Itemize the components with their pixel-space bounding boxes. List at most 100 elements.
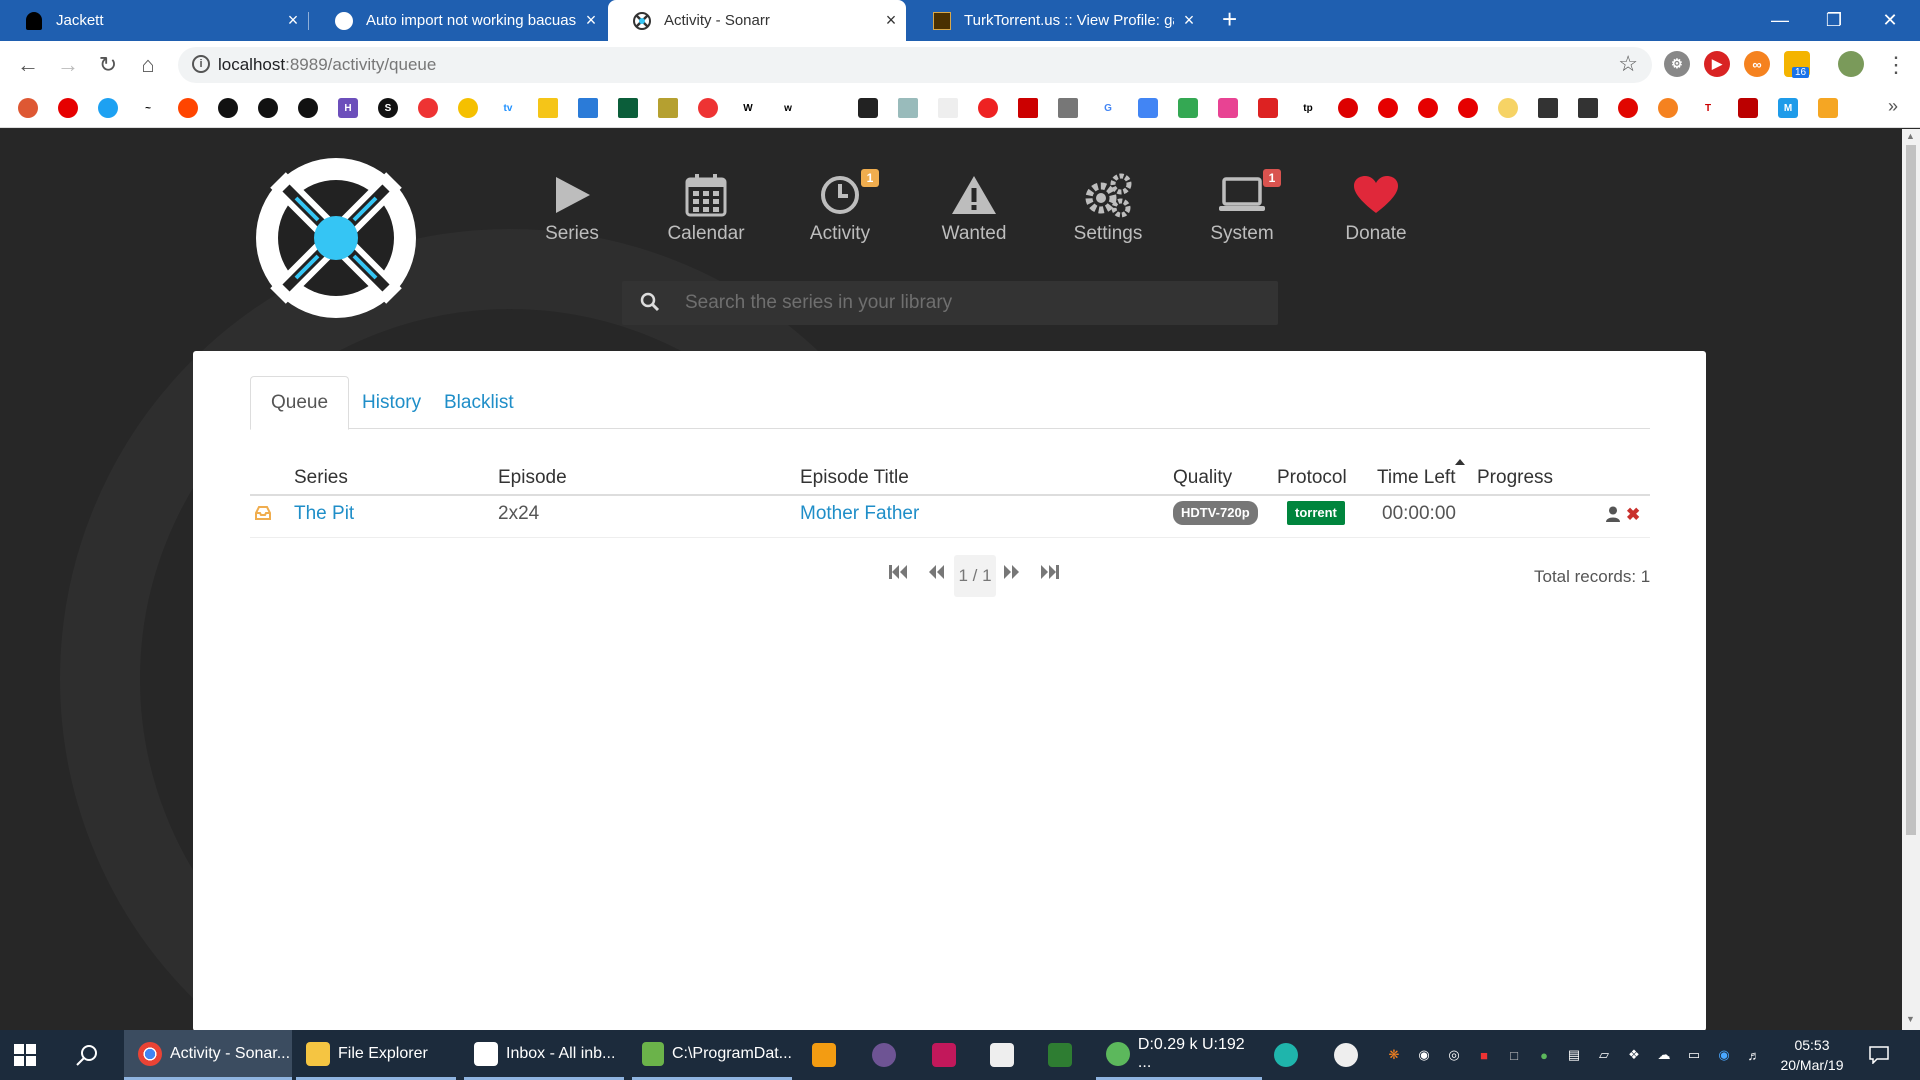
reload-icon[interactable]: ↻ — [94, 51, 122, 79]
page-indicator[interactable]: 1 / 1 — [954, 555, 996, 597]
browser-tab-turktorrent[interactable]: TurkTorrent.us :: View Profile: gar × — [908, 0, 1204, 41]
remove-x-icon[interactable]: ✖ — [1626, 505, 1640, 525]
site-info-icon[interactable]: i — [192, 55, 210, 73]
nav-calendar[interactable]: Calendar — [639, 169, 773, 245]
imdb-bookmark-icon[interactable] — [538, 98, 558, 118]
taskbar-github-icon[interactable] — [872, 1030, 904, 1080]
sonarr-logo[interactable] — [256, 158, 416, 318]
h-bookmark-icon[interactable]: H — [338, 98, 358, 118]
action-center-icon[interactable] — [1868, 1044, 1890, 1066]
green-bookmark-icon[interactable] — [618, 98, 638, 118]
scroll-down-arrow-icon[interactable]: ▼ — [1906, 1014, 1915, 1024]
tab-close-icon[interactable]: × — [576, 10, 606, 31]
taskbar-app-utorrent[interactable]: D:0.29 k U:192 ... — [1096, 1030, 1262, 1080]
vodafone-bookmark-icon[interactable] — [1418, 98, 1438, 118]
doc-bookmark-icon[interactable] — [898, 98, 918, 118]
tray-orange-icon[interactable]: ❋ — [1384, 1045, 1404, 1065]
taskbar-calendar-icon[interactable] — [990, 1030, 1022, 1080]
tab-queue[interactable]: Queue — [250, 376, 350, 430]
tab-close-icon[interactable]: × — [876, 10, 906, 31]
search-input[interactable] — [685, 281, 1265, 325]
car-bookmark-icon[interactable] — [858, 98, 878, 118]
nav-activity[interactable]: Activity 1 — [773, 169, 907, 245]
taskbar-clock[interactable]: 05:53 20/Mar/19 — [1772, 1035, 1852, 1075]
vodafone-bookmark-icon[interactable] — [1378, 98, 1398, 118]
tray-lifebuoy-icon[interactable]: ◉ — [1414, 1045, 1434, 1065]
column-header-progress[interactable]: Progress — [1477, 467, 1553, 489]
red-circle-bookmark-icon[interactable] — [978, 98, 998, 118]
menu-kebab-icon[interactable]: ⋮ — [1882, 51, 1910, 79]
reddit-bookmark-icon[interactable] — [178, 98, 198, 118]
f1-bookmark-icon[interactable] — [1618, 98, 1638, 118]
wikipedia-bookmark-icon[interactable]: W — [738, 98, 758, 118]
wu-bookmark-icon[interactable] — [1578, 98, 1598, 118]
youtube-extension-icon[interactable]: ▶ — [1704, 51, 1730, 77]
browser-tab-github[interactable]: Auto import not working bacuase × — [310, 0, 606, 41]
vodafone-bookmark-icon[interactable] — [58, 98, 78, 118]
nav-wanted[interactable]: Wanted — [907, 169, 1041, 245]
cs-bookmark-icon[interactable] — [658, 98, 678, 118]
weather-bookmark-icon[interactable] — [1498, 98, 1518, 118]
column-header-episode[interactable]: Episode — [498, 467, 567, 489]
tray-dropbox-icon[interactable]: ❖ — [1624, 1045, 1644, 1065]
triangle-bookmark-icon[interactable] — [1658, 98, 1678, 118]
next-page-icon[interactable] — [1003, 564, 1021, 586]
column-header-series[interactable]: Series — [294, 467, 348, 489]
google-bookmark-icon[interactable]: G — [1098, 98, 1118, 118]
scroll-up-arrow-icon[interactable]: ▲ — [1906, 131, 1915, 141]
tab-close-icon[interactable]: × — [1174, 10, 1204, 31]
tray-utorrent-icon[interactable]: ● — [1534, 1045, 1554, 1065]
nav-donate[interactable]: Donate — [1309, 169, 1443, 245]
maps-bookmark-icon[interactable] — [1178, 98, 1198, 118]
taskbar-steam-icon[interactable] — [1334, 1030, 1366, 1080]
more-bookmarks-icon[interactable]: » — [1888, 96, 1898, 117]
tab-blacklist[interactable]: Blacklist — [424, 376, 534, 429]
page-bookmark-icon[interactable] — [938, 98, 958, 118]
nav-settings[interactable]: Settings — [1041, 169, 1175, 245]
gray-bookmark-icon[interactable] — [1058, 98, 1078, 118]
hr-bookmark-icon[interactable] — [1258, 98, 1278, 118]
bookmark-star-icon[interactable]: ☆ — [1618, 51, 1638, 77]
forward-arrow-icon[interactable]: → — [54, 51, 82, 79]
taskbar-app-notepad[interactable]: C:\ProgramDat... — [632, 1030, 792, 1080]
column-header-time-left[interactable]: Time Left — [1377, 467, 1456, 489]
tp-bookmark-icon[interactable]: tp — [1298, 98, 1318, 118]
tomato-bookmark-icon[interactable] — [418, 98, 438, 118]
github-bookmark-icon[interactable] — [258, 98, 278, 118]
column-header-quality[interactable]: Quality — [1173, 467, 1232, 489]
tab-close-icon[interactable]: × — [278, 10, 308, 31]
taskbar-app-mail[interactable]: Inbox - All inb... — [464, 1030, 624, 1080]
puzzle-extension-icon[interactable]: ⚙ — [1664, 51, 1690, 77]
scrollbar-thumb[interactable] — [1906, 145, 1916, 835]
last-page-icon[interactable] — [1040, 564, 1060, 586]
tray-square-icon[interactable]: □ — [1504, 1045, 1524, 1065]
tray-lock-icon[interactable]: ▤ — [1564, 1045, 1584, 1065]
taskbar-app-chrome[interactable]: Activity - Sonar... — [124, 1030, 292, 1080]
letter-bookmark-icon[interactable]: w — [778, 98, 798, 118]
blue-bookmark-icon[interactable] — [98, 98, 118, 118]
home-icon[interactable]: ⌂ — [134, 51, 162, 79]
vodafone-bookmark-icon[interactable] — [1458, 98, 1478, 118]
wu-bookmark-icon[interactable] — [1538, 98, 1558, 118]
orange-bookmark-icon[interactable] — [1818, 98, 1838, 118]
taskbar-paint-icon[interactable] — [932, 1030, 964, 1080]
close-window-icon[interactable]: ✕ — [1860, 0, 1920, 41]
fun-bookmark-icon[interactable] — [1018, 98, 1038, 118]
back-arrow-icon[interactable]: ← — [14, 51, 42, 79]
column-header-protocol[interactable]: Protocol — [1277, 467, 1347, 489]
manual-import-user-icon[interactable] — [1606, 506, 1620, 527]
power-bookmark-icon[interactable] — [1738, 98, 1758, 118]
tf-bookmark-icon[interactable] — [1218, 98, 1238, 118]
w-red-bookmark-icon[interactable] — [1338, 98, 1358, 118]
tray-chat-icon[interactable]: ◉ — [1714, 1045, 1734, 1065]
flower-bookmark-icon[interactable] — [698, 98, 718, 118]
tray-round-icon[interactable]: ◎ — [1444, 1045, 1464, 1065]
page-scrollbar[interactable]: ▲ ▼ — [1902, 129, 1920, 1030]
url-text[interactable]: localhost:8989/activity/queue — [218, 55, 436, 75]
column-header-episode-title[interactable]: Episode Title — [800, 467, 909, 489]
s-bookmark-icon[interactable]: S — [378, 98, 398, 118]
nav-system[interactable]: System 1 — [1175, 169, 1309, 245]
minimize-icon[interactable]: — — [1750, 0, 1810, 41]
episode-title-link[interactable]: Mother Father — [800, 503, 919, 525]
ai-bookmark-icon[interactable] — [578, 98, 598, 118]
